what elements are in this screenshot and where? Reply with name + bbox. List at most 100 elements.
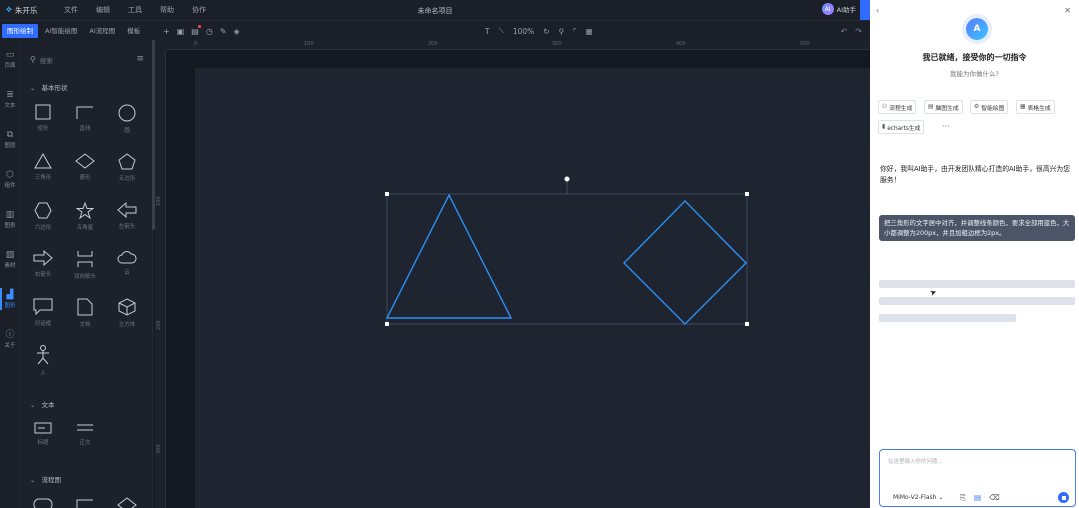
rotate-icon[interactable]: ↻ [543, 27, 549, 36]
section-text[interactable]: ⌄ 文本 [30, 399, 54, 409]
ai-assistant-toggle[interactable]: AI AI助手 [821, 3, 856, 15]
shape-cube[interactable]: 立方体 [109, 298, 145, 328]
shape-cloud[interactable]: 云 [109, 250, 145, 276]
shape-pentagon[interactable]: 五边形 [109, 153, 145, 182]
redo-icon[interactable]: ↷ [855, 27, 862, 36]
paint-icon[interactable]: ◈ [234, 27, 240, 36]
tab-ai-draw[interactable]: AI智能绘图 [40, 24, 82, 38]
resize-handle-ne[interactable] [745, 192, 749, 196]
menu-icon[interactable]: ≡ [136, 54, 144, 64]
ruler-label: 500 [800, 41, 810, 47]
section-flowchart[interactable]: ⌄ 流程图 [30, 474, 61, 484]
line-tool-icon[interactable]: ⟍ [499, 26, 504, 36]
shape-search[interactable]: ⚲ 搜索 [30, 54, 130, 65]
shape-right-arrow[interactable]: 右箭头 [25, 250, 61, 278]
rail-item-shapes[interactable]: ▟ 图形 [0, 288, 20, 310]
mode-tabs: 图形绘制 AI智能绘图 AI流程图 模板 [0, 21, 145, 40]
table-icon: ▦ [1020, 104, 1026, 110]
rail-item-pages[interactable]: ▭ 页面 [0, 50, 20, 69]
rotate-handle[interactable] [564, 176, 570, 182]
more-icon[interactable]: ··· [942, 122, 950, 131]
text-tool-icon[interactable]: T [485, 27, 490, 36]
chat-input[interactable]: 在这里输入你的问题... MiMo-V2-Flash ⌄ ⎘ ▤ ⌫ [879, 449, 1076, 507]
chip-table[interactable]: ▦ 表格生成 [1016, 100, 1055, 114]
resize-handle-se[interactable] [745, 322, 749, 326]
text-heading[interactable]: 标题 [25, 422, 61, 446]
shape-hexagon[interactable]: 六边形 [25, 202, 61, 231]
grid-icon[interactable]: ▦ [586, 27, 593, 36]
chip-mindmap[interactable]: ▤ 脑图生成 [924, 100, 963, 114]
shape-triangle[interactable]: 三角形 [25, 153, 61, 181]
tab-shape-draw[interactable]: 图形绘制 [2, 23, 38, 38]
flow-decision[interactable] [109, 496, 145, 508]
menu-help[interactable]: 帮助 [160, 5, 186, 15]
text-paragraph[interactable]: 正文 [67, 422, 103, 446]
rail-item-charts[interactable]: ▥ 图表 [0, 210, 20, 229]
crop-icon[interactable]: ⌜ [573, 27, 577, 36]
shape-rectangle[interactable]: 矩形 [25, 104, 61, 132]
save-icon[interactable]: ▣ [177, 27, 185, 36]
shape-speech-bubble[interactable]: 对话框 [25, 298, 61, 327]
panel-collapse-tab[interactable] [860, 0, 870, 20]
model-select[interactable]: MiMo-V2-Flash ⌄ [893, 494, 943, 501]
rectangle-icon [35, 104, 51, 120]
undo-icon[interactable]: ↶ [841, 27, 848, 36]
app-logo[interactable]: ⟡ 朱开乐 [6, 5, 58, 16]
section-basic-shapes[interactable]: ⌄ 基本形状 [30, 82, 67, 92]
shape-circle[interactable]: 圆 [109, 104, 145, 134]
rail-item-assets[interactable]: ▨ 素材 [0, 250, 20, 269]
chip-flow[interactable]: ⚇ 流程生成 [878, 100, 917, 114]
canvas-area[interactable] [166, 50, 870, 508]
history-icon[interactable]: ◷ [206, 27, 213, 36]
chip-echarts[interactable]: ▮ echarts生成 [878, 120, 925, 134]
shape-diamond[interactable]: 菱形 [67, 153, 103, 181]
back-icon[interactable]: ‹ [876, 6, 879, 15]
side-rail: ▭ 页面 ≣ 文本 ⧉ 图层 ⬡ 组件 ▥ 图表 ▨ 素材 ▟ 图形 ⓘ 关于 [0, 40, 20, 508]
shape-left-arrow[interactable]: 左箭头 [109, 202, 145, 230]
drawing-layer[interactable] [166, 50, 870, 508]
menu-collab[interactable]: 协作 [192, 5, 218, 15]
pin-icon[interactable]: ⚲ [559, 27, 565, 36]
menu-tools[interactable]: 工具 [128, 5, 154, 15]
menu-edit[interactable]: 编辑 [96, 5, 122, 15]
rail-item-text[interactable]: ≣ 文本 [0, 90, 20, 109]
stop-button[interactable] [1058, 492, 1069, 503]
triangle-shape[interactable] [385, 193, 513, 319]
export-icon[interactable]: ▤ [191, 24, 201, 36]
close-icon[interactable]: ✕ [1064, 6, 1071, 15]
tab-ai-flow[interactable]: AI流程图 [84, 24, 120, 38]
rail-item-layers[interactable]: ⧉ 图层 [0, 130, 20, 149]
add-icon[interactable]: + [163, 27, 170, 36]
chip-ai-draw[interactable]: ⚙ 智能绘图 [970, 100, 1009, 114]
pen-icon[interactable]: ✎ [220, 27, 227, 36]
shape-document[interactable]: 文档 [67, 298, 103, 328]
menu-file[interactable]: 文件 [64, 5, 90, 15]
loading-skeleton-line [879, 314, 1016, 322]
shape-double-arrow[interactable]: 双向箭头 [67, 250, 103, 280]
main-menu: 文件 编辑 工具 帮助 协作 [58, 5, 218, 15]
ruler-label: 300 [552, 41, 562, 47]
tab-templates[interactable]: 模板 [122, 24, 145, 38]
flow-process[interactable] [67, 496, 103, 508]
attach-icon[interactable]: ⎘ [960, 493, 966, 503]
rail-item-about[interactable]: ⓘ 关于 [0, 330, 20, 349]
zoom-level[interactable]: 100% [513, 27, 534, 36]
right-tools: ↶ ↷ [841, 21, 862, 41]
resize-handle-sw[interactable] [385, 322, 389, 326]
shape-person[interactable]: 人 [25, 345, 61, 377]
echarts-icon: ▮ [882, 124, 886, 130]
shape-star[interactable]: 五角星 [67, 202, 103, 231]
image-icon: ▨ [5, 250, 15, 260]
clear-icon[interactable]: ⌫ [989, 493, 1000, 503]
resize-handle-nw[interactable] [385, 192, 389, 196]
shape-line[interactable]: 直线 [67, 104, 103, 132]
image-upload-icon[interactable]: ▤ [974, 493, 981, 503]
flow-terminator[interactable] [25, 496, 61, 508]
search-icon: ⚲ [30, 55, 36, 64]
selection-box[interactable] [386, 193, 748, 325]
rail-item-components[interactable]: ⬡ 组件 [0, 170, 20, 189]
app-name: 朱开乐 [14, 5, 38, 15]
diamond-shape[interactable] [623, 200, 747, 325]
layer-icon: ⧉ [6, 130, 14, 140]
star-icon [76, 202, 94, 219]
